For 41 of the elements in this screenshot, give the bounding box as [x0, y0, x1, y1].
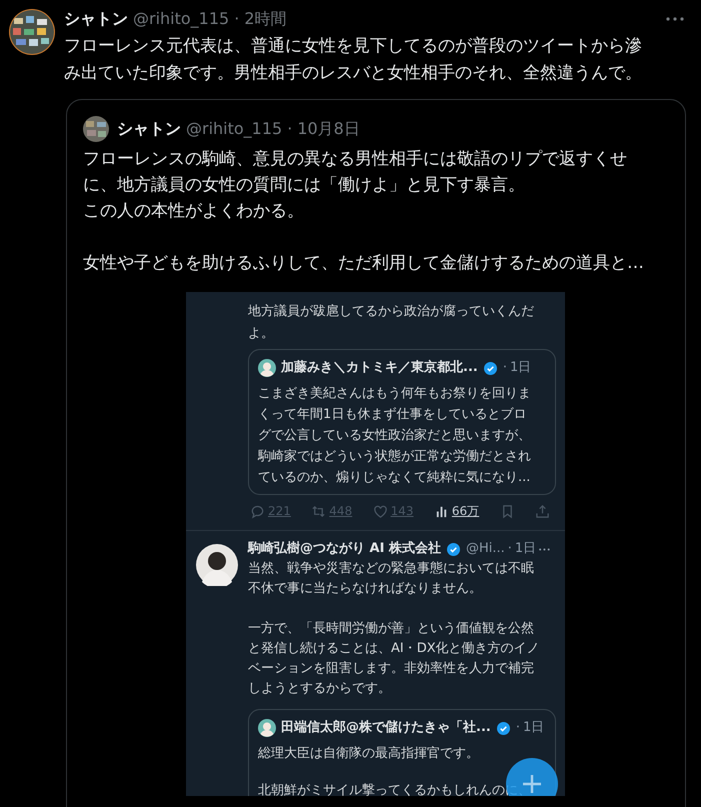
avatar-icon — [258, 719, 276, 737]
post-time: 1日 — [514, 540, 536, 558]
quoted-text: 総理大臣は自衛隊の最高指揮官です。 — [258, 745, 480, 763]
heart-icon — [372, 504, 388, 518]
post-time: 2時間 — [244, 8, 286, 30]
post-text: 当然、戦争や災害などの緊急事態においては不眠不休で事に当たらなければなりません。 — [248, 560, 535, 598]
author-handle: @Hi... — [466, 540, 505, 558]
avatar-icon — [258, 359, 276, 377]
author-name: 駒崎弘樹@つながり AI 株式会社 — [248, 540, 441, 558]
author-name: シャトン — [64, 8, 128, 30]
separator-dot: · — [502, 359, 507, 377]
repost-icon — [311, 504, 326, 518]
separator-dot: · — [234, 8, 240, 30]
share-icon — [534, 504, 550, 518]
separator-dot: · — [287, 118, 292, 140]
author-handle: @rihito_115 — [186, 118, 282, 140]
more-icon[interactable] — [666, 17, 684, 21]
author-name: シャトン — [117, 118, 181, 140]
separator-dot: · — [508, 540, 512, 558]
comment-count: 221 — [268, 504, 291, 518]
quoted-post[interactable] — [66, 99, 686, 807]
post-text: フローレンス元代表は、普通に女性を見下してるのが普段のツイートから滲み出ていた印象です。男性相手のレスバと女性相手のそれ、全然違うんで。 — [64, 35, 643, 85]
like-count: 143 — [390, 504, 414, 518]
repost-count: 448 — [329, 504, 352, 518]
post-text: 一方で、「長時間労働が善」という価値観を公然と発信し続けることは、AI・DX化と働き方のイノベーションを阻害します。非効率性を人力で補完しようとするからです。 — [248, 620, 541, 698]
post-text: 地方議員が跋扈してるから政治が腐っていくんだよ。 — [248, 303, 535, 343]
author-name: 田端信太郎@株で儲けたきゃ「社... — [281, 718, 491, 737]
author-handle: @rihito_115 — [133, 8, 230, 30]
quoted-text: この人の本性がよくわかる。 — [83, 200, 305, 223]
quoted-text: こまざき美紀さんはもう何年もお祭りを回りまくって年間1日も休まず仕事をしているとブログで公言している女性政治家だと思いますが、駒崎家ではどういう状態が正常な労働だとされているのか、煽りじゃなくて純粋に気になり... — [258, 385, 532, 487]
separator-dot: · — [516, 719, 520, 737]
post-time: 1日 — [510, 359, 532, 377]
view-count: 66万 — [452, 502, 480, 520]
post-time: 10月8日 — [297, 118, 360, 140]
author-name: 加藤みき＼カトミキ／東京都北... — [281, 358, 478, 377]
quoted-text: フローレンスの駒崎、意見の異なる男性相手には敬語のリプで返すくせに、地方議員の女性の質問には「働けよ」と見下す暴言。 — [83, 148, 628, 197]
post-time: 1日 — [522, 719, 544, 737]
avatar-icon — [196, 544, 238, 586]
plus-icon — [506, 758, 558, 796]
comment-icon — [250, 504, 265, 518]
quoted-text: 女性や子どもを助けるふりして、ただ利用して金儲けするための道具と… — [83, 252, 645, 275]
